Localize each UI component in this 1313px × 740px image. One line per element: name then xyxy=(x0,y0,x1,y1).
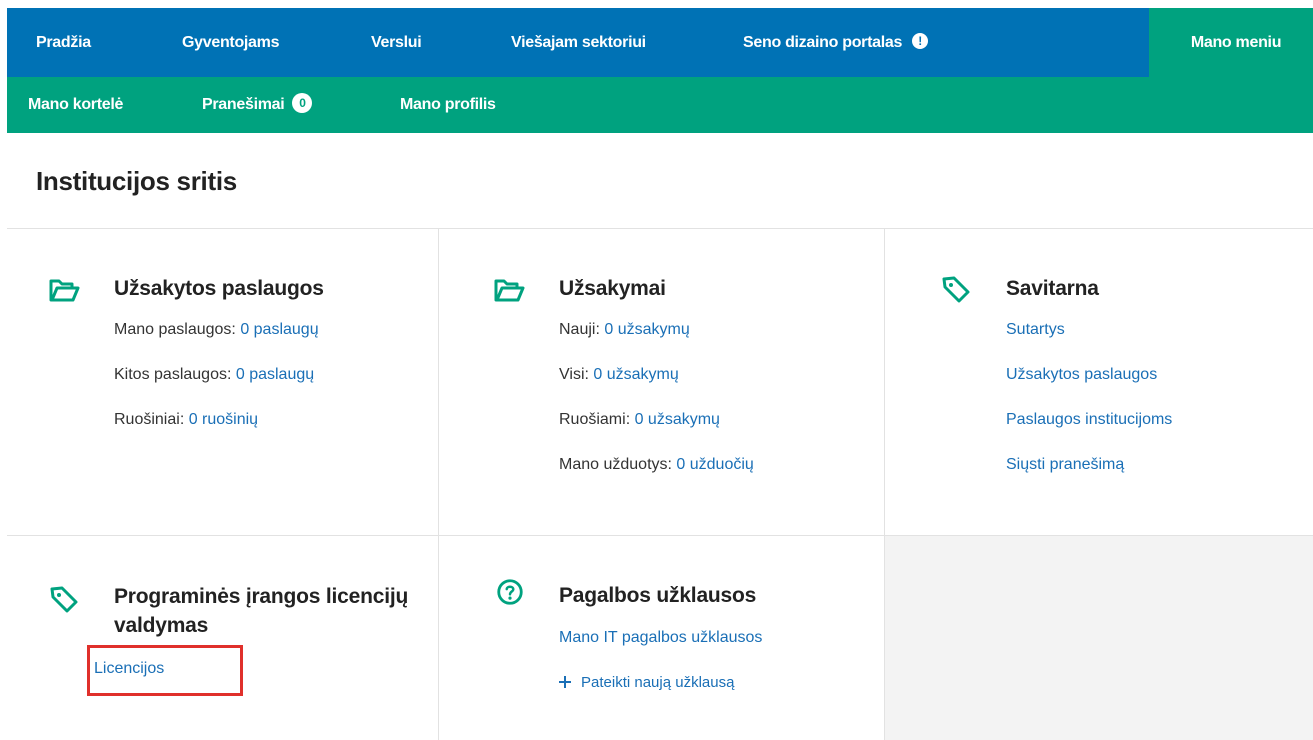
empty-grid-cell xyxy=(885,536,1313,740)
question-circle-icon xyxy=(497,579,523,605)
uzsakytos-paslaugos-link[interactable]: Užsakytos paslaugos xyxy=(1006,366,1157,383)
nauji-link[interactable]: 0 užsakymų xyxy=(604,321,689,338)
row-label: Mano užduotys: xyxy=(559,456,677,473)
list-item: Ruošiniai: 0 ruošinių xyxy=(114,410,319,455)
exclamation-circle-icon: ! xyxy=(912,32,929,49)
ruosiniai-link[interactable]: 0 ruošinių xyxy=(189,411,258,428)
card-savitarna: Savitarna Sutartys Užsakytos paslaugos P… xyxy=(940,274,1310,524)
row-label: Nauji: xyxy=(559,321,605,338)
card-title: Užsakytos paslaugos xyxy=(114,277,324,300)
top-navigation: Pradžia Gyventojams Verslui Viešajam sek… xyxy=(7,8,1313,77)
tag-icon xyxy=(50,586,78,613)
paslaugos-institucijoms-link[interactable]: Paslaugos institucijoms xyxy=(1006,411,1172,428)
grid-divider xyxy=(438,228,439,740)
card-title: Savitarna xyxy=(1006,277,1099,300)
list-item: Ruošiami: 0 užsakymų xyxy=(559,410,754,455)
nav-pradzia[interactable]: Pradžia xyxy=(36,8,91,77)
row-label: Mano paslaugos: xyxy=(114,321,241,338)
sub-navigation: Mano kortelė Pranešimai 0 Mano profilis xyxy=(7,77,1313,133)
list-item: Mano užduotys: 0 užduočių xyxy=(559,455,754,500)
plus-icon xyxy=(559,676,571,688)
highlight-box xyxy=(87,645,243,696)
subnav-pranesimai[interactable]: Pranešimai 0 xyxy=(202,77,313,133)
mano-uzduotys-link[interactable]: 0 užduočių xyxy=(676,456,753,473)
card-uzsakytos-paslaugos: Užsakytos paslaugos Mano paslaugos: 0 pa… xyxy=(48,274,428,524)
list-item: Pateikti naują užklausą xyxy=(559,673,762,718)
row-label: Kitos paslaugos: xyxy=(114,366,236,383)
pateikti-nauja-uzklausa-link[interactable]: Pateikti naują užklausą xyxy=(581,674,734,691)
list-item: Mano paslaugos: 0 paslaugų xyxy=(114,320,319,365)
row-label: Visi: xyxy=(559,366,594,383)
card-uzsakymai: Užsakymai Nauji: 0 užsakymų Visi: 0 užsa… xyxy=(493,274,873,524)
card-title: Užsakymai xyxy=(559,277,666,300)
ruosiami-link[interactable]: 0 užsakymų xyxy=(635,411,720,428)
row-label: Ruošiniai: xyxy=(114,411,189,428)
nav-verslui[interactable]: Verslui xyxy=(371,8,422,77)
mano-it-pagalbos-link[interactable]: Mano IT pagalbos užklausos xyxy=(559,629,762,646)
mano-meniu-button[interactable]: Mano meniu xyxy=(1149,8,1313,77)
card-title: Programinės įrangos licencijų valdymas xyxy=(114,582,408,640)
nav-gyventojams[interactable]: Gyventojams xyxy=(182,8,279,77)
mano-paslaugos-link[interactable]: 0 paslaugų xyxy=(240,321,318,338)
folder-icon xyxy=(494,279,525,302)
kitos-paslaugos-link[interactable]: 0 paslaugų xyxy=(236,366,314,383)
list-item: Siųsti pranešimą xyxy=(1006,455,1172,500)
list-item: Sutartys xyxy=(1006,320,1172,365)
list-item: Visi: 0 užsakymų xyxy=(559,365,754,410)
list-item: Užsakytos paslaugos xyxy=(1006,365,1172,410)
subnav-mano-profilis[interactable]: Mano profilis xyxy=(400,77,496,133)
card-title-line2: valdymas xyxy=(114,614,209,637)
list-item: Mano IT pagalbos užklausos xyxy=(559,628,762,673)
list-item: Nauji: 0 užsakymų xyxy=(559,320,754,365)
page-title: Institucijos sritis xyxy=(36,166,237,196)
nav-seno-dizaino-portalas[interactable]: Seno dizaino portalas! xyxy=(743,8,929,77)
list-item: Paslaugos institucijoms xyxy=(1006,410,1172,455)
row-label: Ruošiami: xyxy=(559,411,635,428)
grid-divider xyxy=(7,228,1313,229)
siusti-pranesima-link[interactable]: Siųsti pranešimą xyxy=(1006,456,1124,473)
folder-icon xyxy=(49,279,80,302)
card-title: Pagalbos užklausos xyxy=(559,584,757,607)
card-title-line1: Programinės įrangos licencijų xyxy=(114,585,409,608)
sutartys-link[interactable]: Sutartys xyxy=(1006,321,1065,338)
nav-seno-dizaino-label: Seno dizaino portalas xyxy=(743,34,903,51)
nav-viesajam-sektoriui[interactable]: Viešajam sektoriui xyxy=(511,8,646,77)
subnav-mano-kortele[interactable]: Mano kortelė xyxy=(28,77,123,133)
subnav-pranesimai-label: Pranešimai xyxy=(202,96,285,113)
tag-icon xyxy=(942,276,970,303)
list-item: Kitos paslaugos: 0 paslaugų xyxy=(114,365,319,410)
card-pagalbos-uzklausos: Pagalbos užklausos Mano IT pagalbos užkl… xyxy=(493,578,873,728)
visi-link[interactable]: 0 užsakymų xyxy=(593,366,678,383)
notification-count-badge: 0 xyxy=(292,92,313,113)
